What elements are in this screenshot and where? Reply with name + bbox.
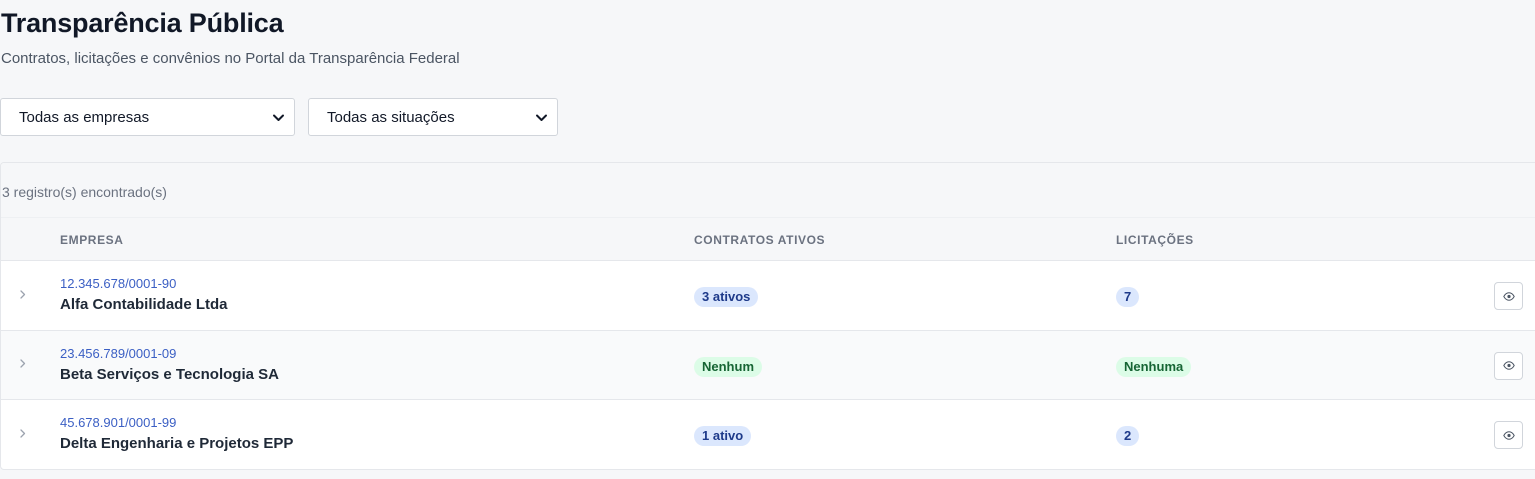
contratos-badge: 3 ativos [694,287,759,307]
chevron-right-icon[interactable] [18,426,28,440]
licitacoes-badge: Nenhuma [1116,356,1192,377]
licitacoes-badge: 2 [1116,426,1140,446]
empresas-select-value: Todas as empresas [19,108,150,126]
table-row[interactable]: 12.345.678/0001-90 Alfa Contabilidade Lt… [1,261,1535,331]
page-subtitle: Contratos, licitações e convênios no Por… [1,50,460,67]
eye-icon [1502,291,1515,301]
situacoes-select-value: Todas as situações [327,108,455,126]
chevron-down-icon [272,111,285,124]
chevron-right-icon[interactable] [18,287,28,301]
chevron-right-icon[interactable] [18,357,28,371]
empresas-select[interactable]: Todas as empresas [0,98,295,136]
column-header-contratos-ativos: CONTRATOS ATIVOS [694,233,826,247]
table-row[interactable]: 45.678.901/0001-99 Delta Engenharia e Pr… [1,400,1535,469]
results-card: 3 registro(s) encontrado(s) EMPRESA CONT… [0,162,1535,470]
company-cnpj: 23.456.789/0001-09 [60,345,177,361]
licitacoes-badge: 7 [1116,287,1140,307]
eye-icon [1502,361,1515,370]
situacoes-select[interactable]: Todas as situações [308,98,558,136]
results-count: 3 registro(s) encontrado(s) [2,184,167,200]
results-summary: 3 registro(s) encontrado(s) [1,163,1535,218]
company-cnpj: 45.678.901/0001-99 [60,415,177,430]
company-cnpj: 12.345.678/0001-90 [60,276,177,291]
page: Transparência Pública Contratos, licitaç… [0,0,1535,479]
company-name: Beta Serviços e Tecnologia SA [60,365,279,383]
column-header-empresa: EMPRESA [60,233,124,247]
company-name: Alfa Contabilidade Ltda [60,296,228,313]
view-button[interactable] [1494,282,1523,310]
contratos-badge: Nenhum [694,356,762,377]
company-name: Delta Engenharia e Projetos EPP [60,435,294,452]
table-header: EMPRESA CONTRATOS ATIVOS LICITAÇÕES [1,218,1535,261]
page-title: Transparência Pública [1,8,284,38]
view-button[interactable] [1494,351,1523,380]
contratos-badge: 1 ativo [694,426,752,446]
column-header-licitacoes: LICITAÇÕES [1116,233,1194,247]
view-button[interactable] [1494,421,1523,449]
table-row[interactable]: 23.456.789/0001-09 Beta Serviços e Tecno… [1,330,1535,400]
chevron-down-icon [535,111,548,124]
eye-icon [1502,430,1515,440]
